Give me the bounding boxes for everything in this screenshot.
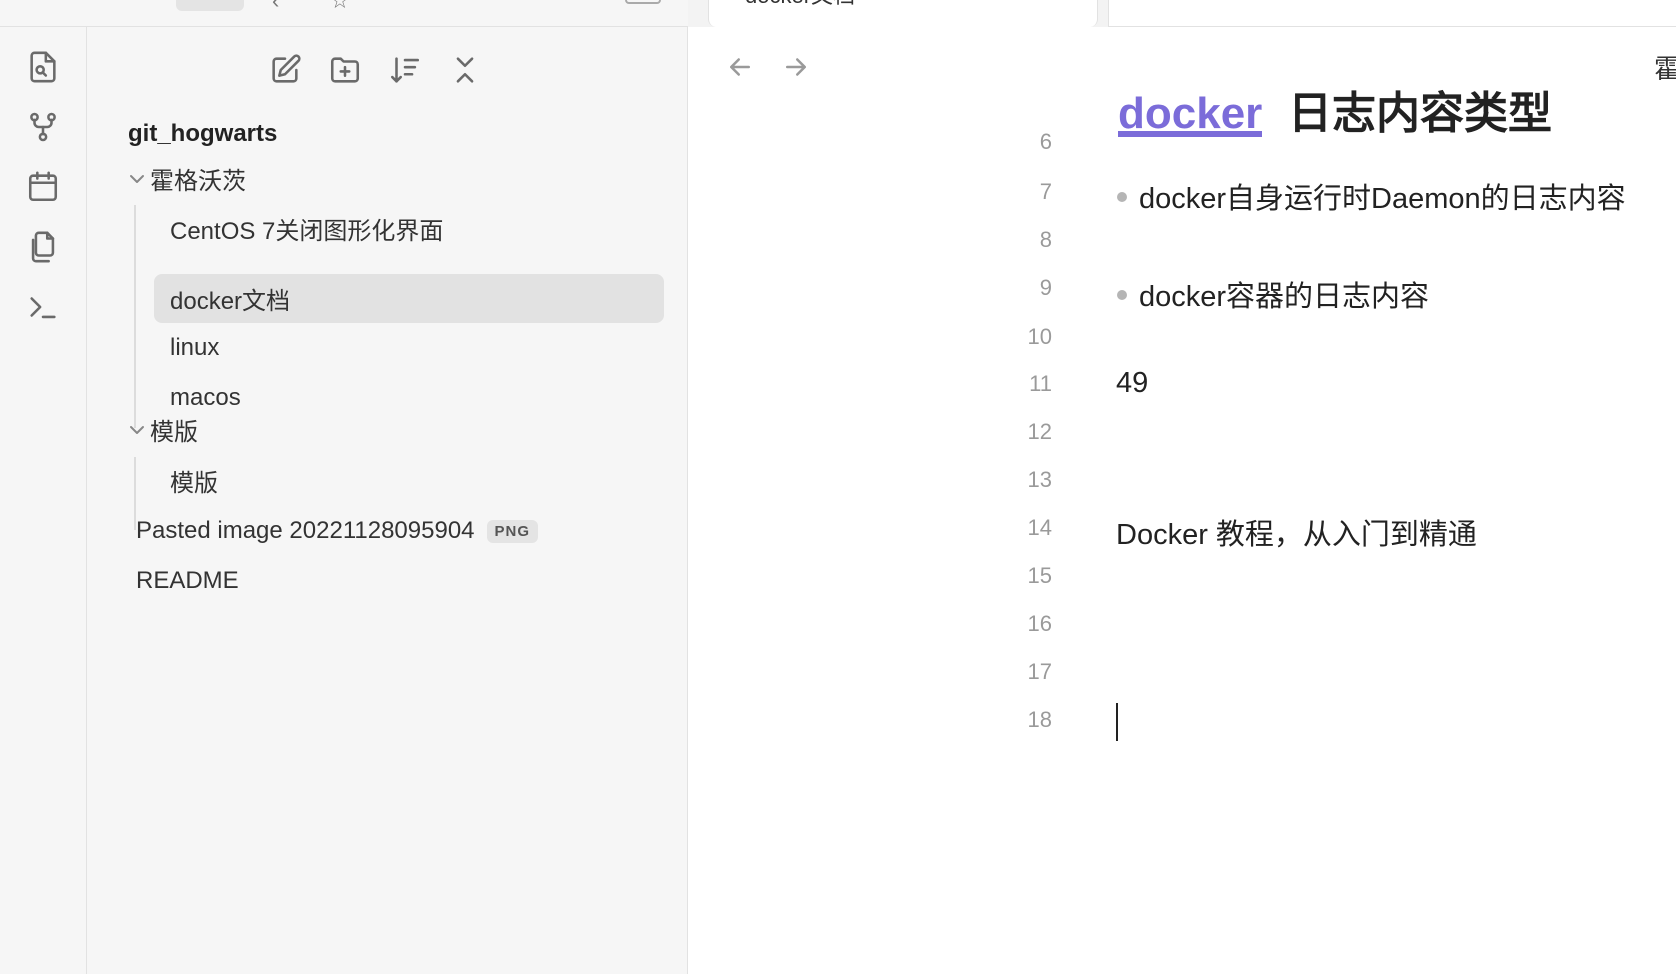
heading-link[interactable]: docker [1118,89,1263,137]
tree-item-label: 模版 [170,469,218,497]
file-extension-badge: PNG [486,519,539,543]
chevron-down-icon[interactable] [127,420,147,440]
chevron-down-icon[interactable] [127,169,147,189]
sidebar-tab-pill[interactable] [176,0,244,11]
line-number: 10 [1027,324,1052,349]
tab-docker-doc[interactable]: docker文档 × [708,0,1098,27]
vault-name[interactable]: git_hogwarts [128,120,277,148]
line-number: 16 [1027,611,1052,636]
tree-folder-hogwarts[interactable]: 霍格沃茨 [150,154,246,202]
tree-file-docker-doc[interactable]: docker文档 [170,274,290,322]
tree-item-label: README [136,567,239,594]
tab-title: docker文档 [745,0,855,10]
copy-files-icon[interactable] [21,225,65,269]
new-folder-icon[interactable] [322,47,368,93]
tree-file-centos[interactable]: CentOS 7关闭图形化界面 [170,204,443,252]
tree-file-template[interactable]: 模版 [170,456,218,504]
collapse-all-icon[interactable] [442,47,488,93]
line-number: 9 [1039,275,1052,300]
explorer-toolbar [87,47,688,97]
line-number: 14 [1027,515,1052,540]
terminal-icon[interactable] [21,285,65,329]
file-search-icon[interactable] [21,45,65,89]
tab-strip: docker文档 × [688,0,1676,27]
tree-item-label: docker文档 [170,287,291,315]
sort-icon[interactable] [382,47,428,93]
tree-item-label: CentOS 7关闭图形化界面 [170,217,444,245]
arrow-right-icon[interactable] [776,47,816,87]
tree-folder-template[interactable]: 模版 [150,405,198,453]
tree-item-label: 霍格沃茨 [150,167,246,195]
line-number: 7 [1039,179,1052,204]
line-number: 18 [1027,707,1052,732]
tree-file-readme[interactable]: README [136,557,239,605]
line-number: 12 [1027,419,1052,444]
line-number: 11 [1029,371,1052,396]
heading-partial: docker 日志内容类型 [1118,67,1676,137]
line-text: docker容器的日志内容 [1139,281,1430,313]
editor-line-14[interactable]: Docker 教程，从入门到精通 [1116,511,1477,553]
file-explorer: git_hogwarts 霍格沃茨 CentOS 7关闭图形化界面 docker… [87,27,688,974]
editor-pane: 霍 docker 日志内容类型 6 7 8 9 10 11 12 13 14 1… [688,27,1676,974]
tree-item-label: linux [170,334,220,361]
tab-close-icon[interactable]: × [1077,0,1090,2]
sidebar-toggle-icon[interactable] [625,0,661,4]
bullet-icon [1117,192,1127,203]
text-cursor [1116,703,1118,741]
arrow-left-icon[interactable] [720,47,760,87]
editor-line-9[interactable]: docker容器的日志内容 [1117,273,1429,315]
line-text: docker自身运行时Daemon的日志内容 [1139,183,1626,215]
line-number: 13 [1027,467,1052,492]
line-number: 17 [1027,659,1052,684]
tab-next[interactable] [1108,0,1676,27]
new-note-icon[interactable] [262,47,308,93]
sidebar-top-strip: ‹ ☆ [0,0,688,27]
tree-item-label: Pasted image 20221128095904 [136,517,475,544]
tree-item-label: 模版 [150,418,198,446]
git-branch-icon[interactable] [21,105,65,149]
star-icon[interactable]: ☆ [330,0,350,14]
bullet-icon [1117,290,1127,301]
tree-file-pasted-image[interactable]: Pasted image 20221128095904 PNG [136,507,539,555]
back-icon[interactable]: ‹ [272,0,279,14]
editor-line-7[interactable]: docker自身运行时Daemon的日志内容 [1117,175,1626,217]
line-number: 6 [1039,129,1052,154]
line-number: 8 [1039,227,1052,252]
editor-line-11[interactable]: 49 [1116,367,1148,400]
tree-file-linux[interactable]: linux [170,324,219,372]
app-window: ‹ ☆ docker文档 × [0,0,1676,974]
ribbon [0,27,87,974]
heading-text: 日志内容类型 [1288,89,1552,137]
calendar-icon[interactable] [21,165,65,209]
line-number: 15 [1027,563,1052,588]
tree-guide-line [134,205,136,428]
